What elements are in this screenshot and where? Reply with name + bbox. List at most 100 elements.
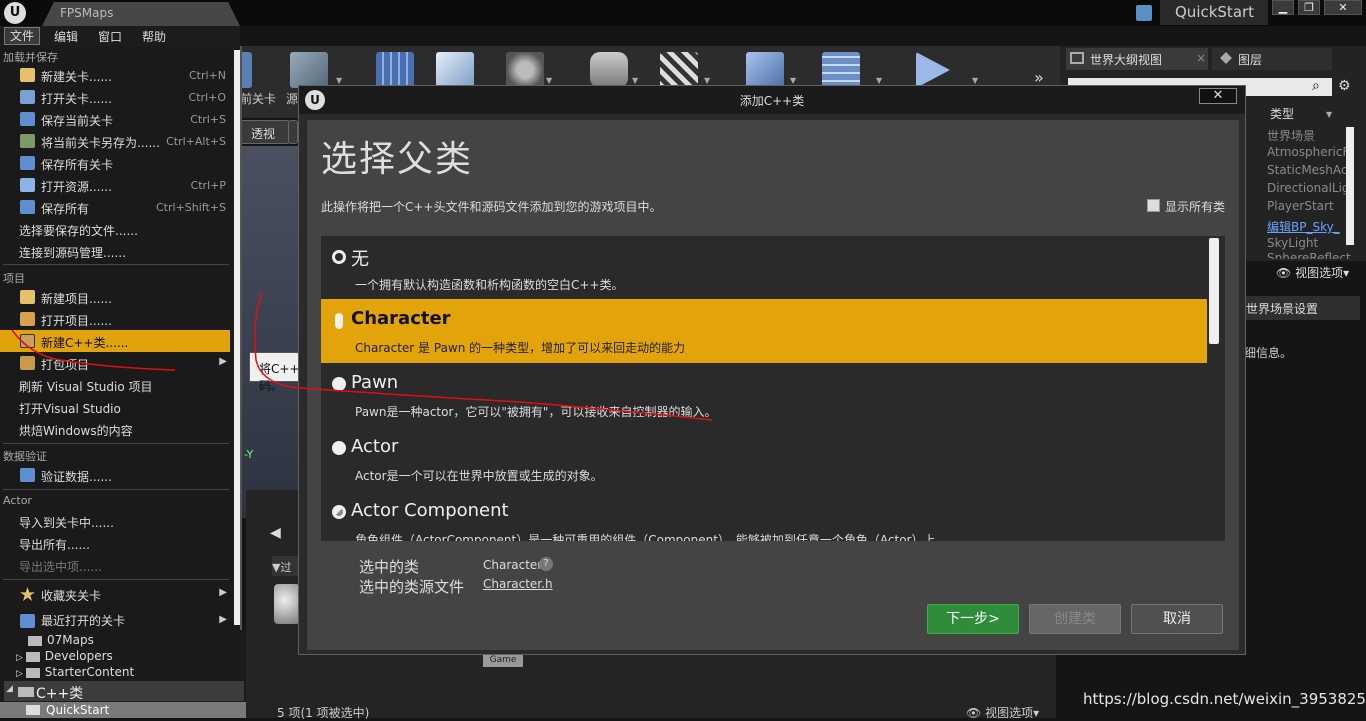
- toolbar-marketplace-icon[interactable]: [436, 52, 474, 88]
- dialog-close-button[interactable]: ✕: [1199, 88, 1237, 104]
- tab-close-icon[interactable]: ×: [1196, 51, 1206, 65]
- dropdown-arrow-icon[interactable]: ▼: [972, 76, 978, 85]
- class-option-actor[interactable]: Actor Actor是一个可以在世界中放置或生成的对象。: [321, 427, 1207, 491]
- dropdown-arrow-icon[interactable]: ▼: [704, 76, 710, 85]
- menu-item-new-level[interactable]: 新建关卡...... Ctrl+N: [0, 64, 230, 86]
- save-icon: [20, 112, 35, 126]
- outliner-row[interactable]: SkyLight: [1267, 236, 1318, 250]
- submenu-arrow-icon: ▶: [219, 614, 227, 625]
- outliner-view-options-button[interactable]: 👁 视图选项▾: [1276, 264, 1349, 281]
- tab-world-outliner[interactable]: 世界大纲视图 ×: [1066, 48, 1208, 70]
- menu-item-recent-levels[interactable]: 最近打开的关卡 ▶: [0, 610, 230, 630]
- menu-item-shortcut: Ctrl+N: [188, 69, 226, 82]
- outliner-row[interactable]: SphereReflect: [1267, 251, 1351, 259]
- menu-item-label: 保存所有: [41, 202, 90, 216]
- filter-button[interactable]: ▼过: [272, 556, 298, 576]
- menu-item-shortcut: Ctrl+P: [190, 179, 226, 192]
- toolbar-settings-icon[interactable]: [506, 52, 544, 88]
- menu-item-refresh-vs[interactable]: 刷新 Visual Studio 项目: [0, 374, 230, 396]
- class-option-character[interactable]: Character Character 是 Pawn 的一种类型，增加了可以来回走…: [321, 299, 1207, 363]
- toolbar-build-icon[interactable]: [746, 52, 784, 88]
- menu-item-choose-files[interactable]: 选择要保存的文件......: [0, 218, 230, 240]
- minimize-button[interactable]: ▁: [1272, 0, 1294, 15]
- menu-file[interactable]: 文件: [4, 27, 40, 45]
- dropdown-arrow-icon[interactable]: ▼: [876, 76, 882, 85]
- menu-help[interactable]: 帮助: [142, 28, 166, 45]
- tab-world-settings[interactable]: 世界场景设置: [1240, 296, 1360, 320]
- toolbar-play-icon[interactable]: [916, 52, 950, 88]
- menu-item-new-project[interactable]: 新建项目......: [0, 286, 230, 308]
- settings-icon[interactable]: ⚙: [1338, 78, 1351, 94]
- tree-item[interactable]: ▷ Developers: [16, 649, 113, 663]
- outliner-scrollbar[interactable]: [1346, 127, 1354, 245]
- toolbar-source-control-icon[interactable]: [290, 52, 328, 88]
- search-icon[interactable]: ⌕: [1312, 78, 1320, 94]
- class-option-actor-component[interactable]: Actor Component 角色组件（ActorComponent）是一种可重…: [321, 491, 1207, 541]
- menu-item-label: 验证数据......: [41, 470, 112, 484]
- outliner-row-link[interactable]: 编辑BP_Sky_: [1267, 218, 1340, 235]
- outliner-row[interactable]: PlayerStart: [1267, 199, 1334, 213]
- expand-arrow-icon[interactable]: ◢: [6, 684, 13, 694]
- outliner-row[interactable]: StaticMeshAc: [1267, 163, 1348, 177]
- viewport-option-button[interactable]: [288, 120, 298, 144]
- expand-arrow-icon[interactable]: ▷: [16, 653, 26, 663]
- content-view-options-button[interactable]: 👁 视图选项▾: [966, 704, 1039, 721]
- outliner-row[interactable]: 世界场景: [1267, 127, 1315, 144]
- outliner-row[interactable]: DirectionalLig: [1267, 181, 1350, 195]
- menu-item-package-project[interactable]: 打包项目 ▶: [0, 352, 230, 374]
- document-tab[interactable]: FPSMaps: [42, 2, 240, 26]
- dropdown-arrow-icon[interactable]: ▼: [790, 76, 796, 85]
- close-window-button[interactable]: ✕: [1324, 0, 1362, 15]
- toolbar-blueprints-icon[interactable]: [590, 52, 628, 88]
- menu-item-import-to-level[interactable]: 导入到关卡中......: [0, 510, 230, 532]
- menu-item-save-all-levels[interactable]: 保存所有关卡: [0, 152, 230, 174]
- class-option-pawn[interactable]: Pawn Pawn是一种actor，它可以"被拥有"，可以接收来自控制器的输入。: [321, 363, 1207, 427]
- tree-item[interactable]: ▷ StarterContent: [16, 665, 134, 679]
- radio-icon: [332, 250, 346, 264]
- menu-window[interactable]: 窗口: [98, 28, 122, 45]
- menu-item-open-vs[interactable]: 打开Visual Studio: [0, 396, 230, 418]
- dropdown-arrow-icon[interactable]: ▼: [632, 76, 638, 85]
- tree-item-cpp[interactable]: ◢ C++类: [4, 681, 244, 702]
- tree-item[interactable]: 07Maps: [28, 633, 94, 647]
- menu-item-open-project[interactable]: 打开项目......: [0, 308, 230, 330]
- asset-badge: Game: [483, 655, 523, 667]
- restore-button[interactable]: ❐: [1298, 0, 1320, 15]
- toolbar-cinematics-icon[interactable]: [660, 52, 698, 88]
- menu-item-open-level[interactable]: 打开关卡...... Ctrl+O: [0, 86, 230, 108]
- menu-item-favorite-levels[interactable]: 收藏夹关卡 ▶: [0, 583, 230, 605]
- menu-item-save-current[interactable]: 保存当前关卡 Ctrl+S: [0, 108, 230, 130]
- toolbar-compile-icon[interactable]: [822, 52, 860, 88]
- back-arrow-icon[interactable]: ◀: [270, 525, 281, 541]
- viewport-perspective-button[interactable]: 透视: [240, 120, 290, 144]
- show-all-classes-label[interactable]: 显示所有类: [1165, 198, 1225, 215]
- menu-edit[interactable]: 编辑: [54, 28, 78, 45]
- tree-item-quickstart[interactable]: QuickStart: [0, 702, 246, 718]
- dropdown-arrow-icon[interactable]: ▼: [546, 76, 552, 85]
- section-label: 项目: [3, 272, 25, 285]
- menu-item-export-all[interactable]: 导出所有......: [0, 532, 230, 554]
- menu-item-open-asset[interactable]: 打开资源...... Ctrl+P: [0, 174, 230, 196]
- menu-item-save-all[interactable]: 保存所有 Ctrl+Shift+S: [0, 196, 230, 218]
- menu-scrollbar[interactable]: [234, 50, 240, 625]
- selected-source-link[interactable]: Character.h: [483, 577, 553, 591]
- menu-item-new-cpp-class[interactable]: 新建C++类......: [0, 330, 230, 352]
- help-icon[interactable]: ?: [539, 557, 553, 571]
- dropdown-arrow-icon[interactable]: ▼: [336, 76, 342, 85]
- cancel-button[interactable]: 取消: [1131, 604, 1223, 634]
- outliner-row[interactable]: AtmosphericF: [1267, 145, 1349, 159]
- asset-thumbnail[interactable]: [274, 584, 300, 624]
- menu-item-cook-windows[interactable]: 烘焙Windows的内容: [0, 418, 230, 440]
- class-list-scrollbar[interactable]: [1209, 238, 1219, 344]
- column-header-type[interactable]: 类型: [1270, 105, 1294, 122]
- show-all-classes-checkbox[interactable]: [1147, 199, 1160, 212]
- menu-item-save-as[interactable]: 将当前关卡另存为...... Ctrl+Alt+S: [0, 130, 230, 152]
- expand-arrow-icon[interactable]: ▷: [16, 669, 26, 679]
- toolbar-content-icon[interactable]: [376, 52, 414, 88]
- menu-item-source-control[interactable]: 连接到源码管理......: [0, 240, 230, 262]
- next-button[interactable]: 下一步>: [927, 604, 1019, 634]
- menu-item-validate-data[interactable]: 验证数据......: [0, 464, 230, 486]
- toolbar-label: 源: [286, 92, 299, 106]
- level-viewport[interactable]: [240, 146, 300, 518]
- class-option-none[interactable]: 无一个拥有默认构造函数和析构函数的空白C++类。: [321, 236, 1207, 300]
